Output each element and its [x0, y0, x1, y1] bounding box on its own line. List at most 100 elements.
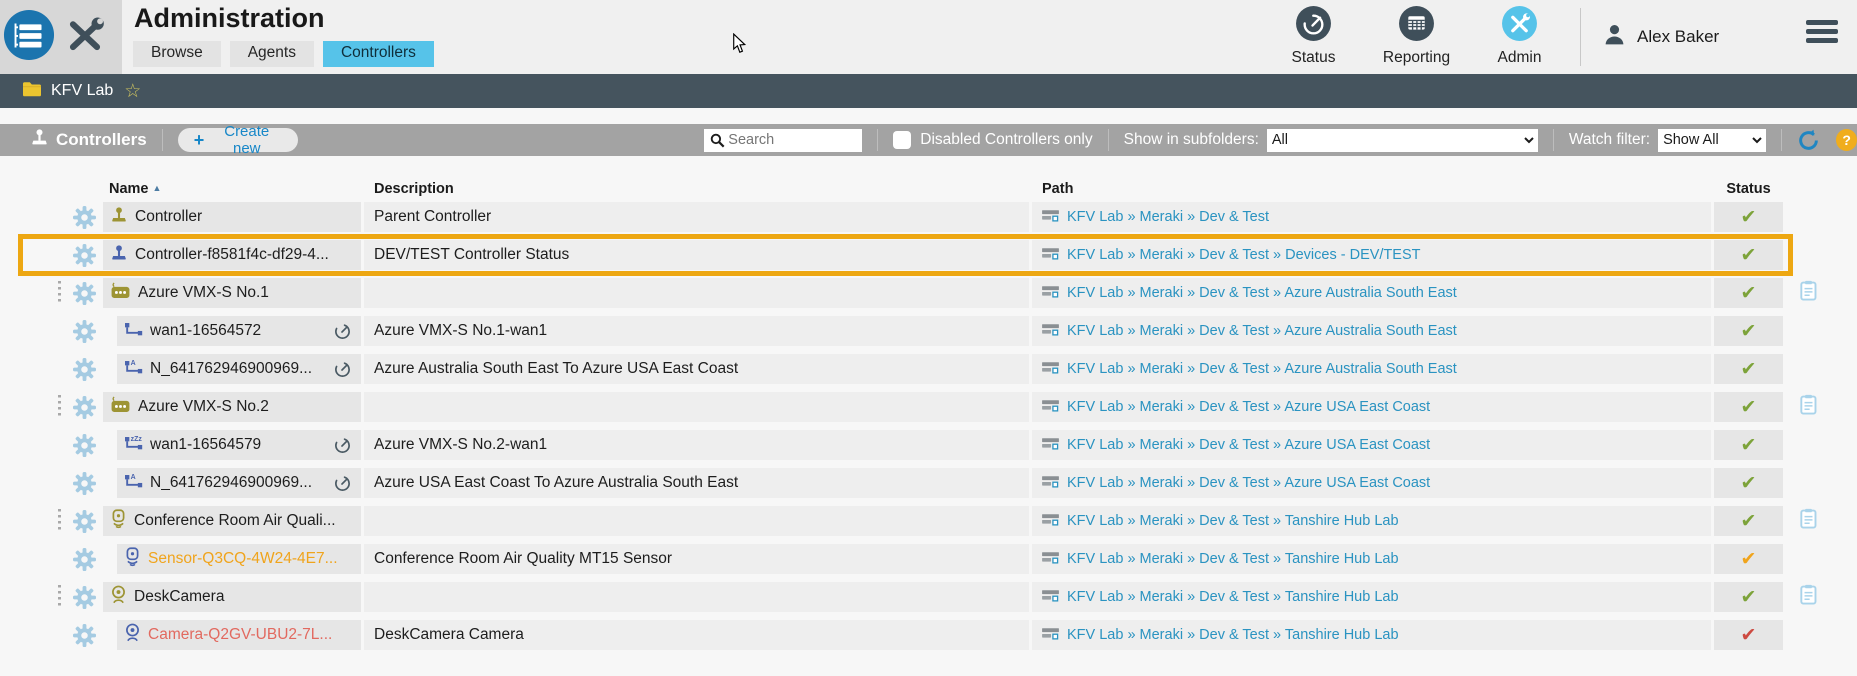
nav-admin[interactable]: Admin	[1468, 5, 1571, 67]
column-header-name[interactable]: Name ▲	[103, 181, 361, 197]
section-label: Controllers	[56, 130, 147, 149]
column-header-description[interactable]: Description	[364, 181, 1029, 197]
path-link[interactable]: KFV Lab » Meraki » Dev & Test » Azure US…	[1067, 437, 1430, 453]
controller-name[interactable]: Controller-f8581f4c-df29-4...	[135, 246, 329, 264]
table-row: Camera-Q2GV-UBU2-7L... DeskCamera Camera K…	[0, 620, 1831, 650]
controller-name[interactable]: N_641762946900969...	[150, 360, 312, 378]
drag-handle[interactable]	[57, 395, 61, 419]
nav-status[interactable]: Status	[1262, 5, 1365, 67]
row-settings-gear-icon[interactable]	[68, 506, 100, 536]
controller-description: Azure VMX-S No.1-wan1	[364, 316, 1029, 346]
status-check-icon: ✔	[1740, 282, 1757, 304]
column-header-path[interactable]: Path	[1032, 181, 1711, 197]
controller-name[interactable]: Conference Room Air Quali...	[134, 512, 336, 530]
row-settings-gear-icon[interactable]	[68, 354, 100, 384]
status-check-icon: ✔	[1740, 396, 1757, 418]
drag-handle[interactable]	[57, 509, 61, 533]
breadcrumb[interactable]: KFV Lab	[51, 82, 113, 100]
sensor-icon	[110, 508, 127, 534]
table-row: Conference Room Air Quali... KFV Lab » Me…	[0, 506, 1831, 536]
tab-agents[interactable]: Agents	[229, 41, 314, 67]
row-settings-gear-icon[interactable]	[68, 430, 100, 460]
path-link[interactable]: KFV Lab » Meraki » Dev & Test » Azure Au…	[1067, 285, 1457, 301]
status-check-icon: ✔	[1740, 548, 1757, 570]
status-check-icon: ✔	[1740, 434, 1757, 456]
create-new-button[interactable]: + Create new	[177, 123, 299, 157]
row-settings-gear-icon[interactable]	[68, 620, 100, 650]
table-row: Sensor-Q3CQ-4W24-4E7... Conference Room A…	[0, 544, 1831, 574]
controller-description	[364, 392, 1029, 422]
status-check-icon: ✔	[1740, 624, 1757, 646]
controller-description: DEV/TEST Controller Status	[364, 240, 1029, 270]
subfolders-label: Show in subfolders:	[1123, 131, 1259, 148]
page-title: Administration	[134, 3, 325, 33]
path-link[interactable]: KFV Lab » Meraki » Dev & Test » Tanshire…	[1067, 589, 1399, 605]
controller-name[interactable]: wan1-16564579	[150, 436, 261, 454]
path-icon	[1042, 512, 1059, 531]
gauge-icon	[334, 323, 351, 340]
row-settings-gear-icon[interactable]	[68, 392, 100, 422]
gauge-icon	[334, 361, 351, 378]
table-row: DeskCamera KFV Lab » Meraki » Dev & Test …	[0, 582, 1831, 612]
tab-browse[interactable]: Browse	[133, 41, 221, 67]
app-logo[interactable]	[3, 9, 55, 66]
person-icon	[1602, 22, 1627, 52]
clipboard-icon[interactable]	[1800, 508, 1817, 534]
crossed-tools-icon	[1501, 5, 1538, 47]
user-menu[interactable]: Alex Baker	[1602, 22, 1719, 52]
controller-name[interactable]: Sensor-Q3CQ-4W24-4E7...	[148, 550, 338, 568]
tab-controllers[interactable]: Controllers	[322, 41, 434, 67]
search-input[interactable]	[704, 128, 863, 152]
controller-description	[364, 278, 1029, 308]
path-link[interactable]: KFV Lab » Meraki » Dev & Test » Tanshire…	[1067, 551, 1399, 567]
clipboard-icon[interactable]	[1800, 280, 1817, 306]
path-link[interactable]: KFV Lab » Meraki » Dev & Test	[1067, 209, 1269, 225]
clipboard-icon[interactable]	[1800, 584, 1817, 610]
report-grid-icon	[1398, 5, 1435, 47]
controller-name[interactable]: Azure VMX-S No.2	[138, 398, 269, 416]
subfolders-select[interactable]: All	[1266, 128, 1538, 152]
top-nav: Status Reporting Admin	[1262, 5, 1571, 67]
table-row: Azure VMX-S No.1 KFV Lab » Meraki » Dev &…	[0, 278, 1831, 308]
drag-handle[interactable]	[57, 281, 61, 305]
toolbar-divider	[877, 129, 879, 151]
disabled-controllers-checkbox[interactable]	[893, 131, 912, 149]
path-icon	[1042, 626, 1059, 645]
controller-description: Conference Room Air Quality MT15 Sensor	[364, 544, 1029, 574]
row-settings-gear-icon[interactable]	[68, 582, 100, 612]
row-settings-gear-icon[interactable]	[68, 316, 100, 346]
row-settings-gear-icon[interactable]	[68, 240, 100, 270]
watch-filter-select[interactable]: Show All	[1658, 128, 1767, 152]
path-link[interactable]: KFV Lab » Meraki » Dev & Test » Azure US…	[1067, 475, 1430, 491]
controller-name[interactable]: Azure VMX-S No.1	[138, 284, 269, 302]
path-link[interactable]: KFV Lab » Meraki » Dev & Test » Azure Au…	[1067, 361, 1457, 377]
controller-name[interactable]: DeskCamera	[134, 588, 224, 606]
nav-reporting[interactable]: Reporting	[1365, 5, 1468, 67]
help-button[interactable]: ?	[1836, 129, 1857, 151]
row-settings-gear-icon[interactable]	[68, 202, 100, 232]
path-link[interactable]: KFV Lab » Meraki » Dev & Test » Tanshire…	[1067, 513, 1399, 529]
refresh-button[interactable]	[1797, 129, 1820, 152]
path-link[interactable]: KFV Lab » Meraki » Dev & Test » Devices …	[1067, 247, 1421, 263]
controller-description	[364, 506, 1029, 536]
column-header-status[interactable]: Status	[1714, 181, 1783, 197]
breadcrumb-bar: KFV Lab ☆	[0, 74, 1857, 108]
refresh-icon	[1799, 129, 1819, 150]
gauge-icon	[334, 437, 351, 454]
row-settings-gear-icon[interactable]	[68, 278, 100, 308]
controller-name[interactable]: Camera-Q2GV-UBU2-7L...	[148, 626, 332, 644]
path-link[interactable]: KFV Lab » Meraki » Dev & Test » Azure Au…	[1067, 323, 1457, 339]
controller-name[interactable]: wan1-16564572	[150, 322, 261, 340]
app-root: Administration Browse Agents Controllers S…	[0, 0, 1857, 676]
path-link[interactable]: KFV Lab » Meraki » Dev & Test » Tanshire…	[1067, 627, 1399, 643]
path-link[interactable]: KFV Lab » Meraki » Dev & Test » Azure US…	[1067, 399, 1430, 415]
row-settings-gear-icon[interactable]	[68, 468, 100, 498]
clipboard-icon[interactable]	[1800, 394, 1817, 420]
menu-button[interactable]	[1806, 20, 1838, 43]
row-settings-gear-icon[interactable]	[68, 544, 100, 574]
table-header: Name ▲ Description Path Status	[0, 176, 1831, 202]
controller-name[interactable]: Controller	[135, 208, 202, 226]
drag-handle[interactable]	[57, 585, 61, 609]
controller-name[interactable]: N_641762946900969...	[150, 474, 312, 492]
favorite-star-icon[interactable]: ☆	[124, 82, 141, 101]
